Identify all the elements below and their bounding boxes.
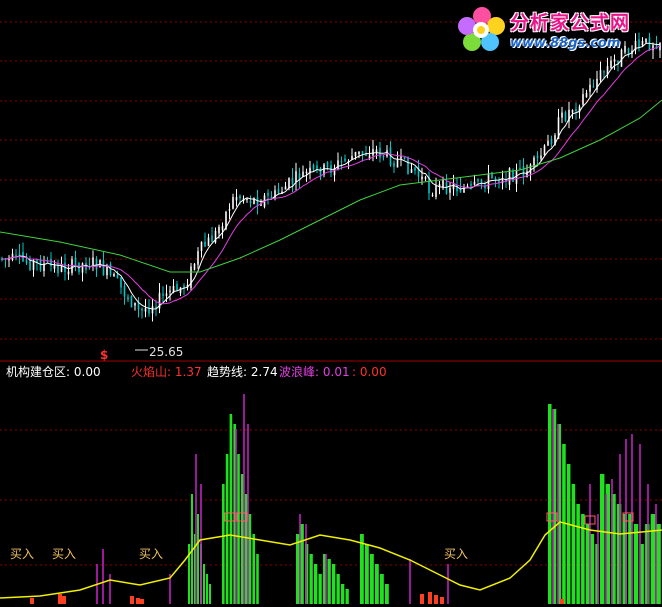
indicator-red-bar xyxy=(130,596,134,604)
indicator-green-bar xyxy=(360,534,364,604)
indicator-value: 0.01 xyxy=(322,365,350,379)
indicator-green-bar xyxy=(206,574,208,604)
indicator-green-bar xyxy=(566,464,571,604)
indicator-green-bar xyxy=(222,484,225,604)
indicator-green-bar xyxy=(600,474,605,604)
indicator-green-bar xyxy=(300,524,304,604)
indicator-label-extra: : 0.00 xyxy=(352,365,387,379)
indicator-red-bar xyxy=(428,592,432,604)
indicator-green-bar xyxy=(209,584,211,604)
indicator-green-bar xyxy=(576,504,580,604)
indicator-name: 火焰山: xyxy=(131,365,172,379)
indicator-green-bar xyxy=(225,454,229,604)
indicator-label-bolangfeng: 波浪峰: 0.01 xyxy=(279,365,350,379)
watermark-brand: 分析家公式网 xyxy=(510,12,631,34)
indicator-green-bar xyxy=(650,514,656,604)
indicator-value: 1.37 xyxy=(174,365,202,379)
low-price-label: 25.65 xyxy=(149,345,184,359)
indicator-red-bar xyxy=(58,594,62,604)
indicator-label-huoyanshan: 火焰山: 1.37 xyxy=(131,365,202,379)
indicator-green-bar xyxy=(332,564,336,604)
indicator-green-bar xyxy=(633,524,639,604)
indicator-green-bar xyxy=(327,559,331,604)
indicator-green-bar xyxy=(585,524,590,604)
indicator-green-bar xyxy=(385,584,389,604)
buy-signal-label: 买入 xyxy=(10,547,35,561)
buy-signal-label: 买入 xyxy=(139,547,164,561)
buy-signal-label: 买入 xyxy=(52,547,77,561)
indicator-name: 趋势线: xyxy=(207,365,248,379)
indicator-green-bar xyxy=(197,514,199,604)
indicator-red-bar xyxy=(136,598,140,604)
indicator-green-bar xyxy=(548,404,552,604)
indicator-red-bar xyxy=(434,595,438,604)
indicator-green-bar xyxy=(370,554,374,604)
indicator-red-bar xyxy=(560,599,564,604)
indicator-value: 2.74 xyxy=(250,365,278,379)
indicator-green-bar xyxy=(203,564,205,604)
indicator-name: 机构建仓区: xyxy=(6,365,71,379)
indicator-green-bar xyxy=(656,524,661,604)
watermark-url: www.88gs.com xyxy=(510,36,621,51)
indicator-green-bar xyxy=(380,574,384,604)
indicator-green-bar xyxy=(309,554,313,604)
indicator-red-bar xyxy=(62,596,66,604)
indicator-label-jigou: 机构建仓区: 0.00 xyxy=(6,365,101,379)
indicator-green-bar xyxy=(336,574,340,604)
indicator-red-bar xyxy=(440,597,444,604)
indicator-value: 0.00 xyxy=(73,365,101,379)
buy-signal-label: 买入 xyxy=(444,547,469,561)
indicator-green-bar xyxy=(571,484,576,604)
indicator-name: 波浪峰: xyxy=(279,365,320,379)
indicator-value: : 0.00 xyxy=(352,365,387,379)
indicator-label-qushixian: 趋势线: 2.74 xyxy=(207,365,278,379)
indicator-green-bar xyxy=(256,554,259,604)
indicator-green-bar xyxy=(252,534,255,604)
indicator-red-bar xyxy=(420,594,424,604)
indicator-red-bar xyxy=(30,598,34,604)
chart-canvas[interactable] xyxy=(0,0,662,607)
ma-slow-line xyxy=(0,99,662,273)
indicator-green-bar xyxy=(375,564,379,604)
indicator-green-bar xyxy=(345,589,349,604)
indicator-green-bar xyxy=(590,534,595,604)
indicator-red-bar xyxy=(140,599,144,604)
indicator-green-bar xyxy=(237,454,240,604)
indicator-green-bar xyxy=(248,514,252,604)
indicator-green-bar xyxy=(244,494,248,604)
indicator-green-bar xyxy=(296,534,300,604)
indicator-green-bar xyxy=(365,544,369,604)
indicator-green-bar xyxy=(318,574,322,604)
site-watermark: 分析家公式网 www.88gs.com xyxy=(456,2,656,58)
indicator-green-bar xyxy=(341,584,345,604)
indicator-green-bar xyxy=(229,414,233,604)
indicator-green-bar xyxy=(314,564,318,604)
flower-logo-icon xyxy=(458,7,505,51)
signal-dollar-marker: $ xyxy=(100,348,109,362)
stock-chart-window: 分析家公式网 www.88gs.com 25.65 $ 机构建仓区: 0.00 … xyxy=(0,0,662,607)
